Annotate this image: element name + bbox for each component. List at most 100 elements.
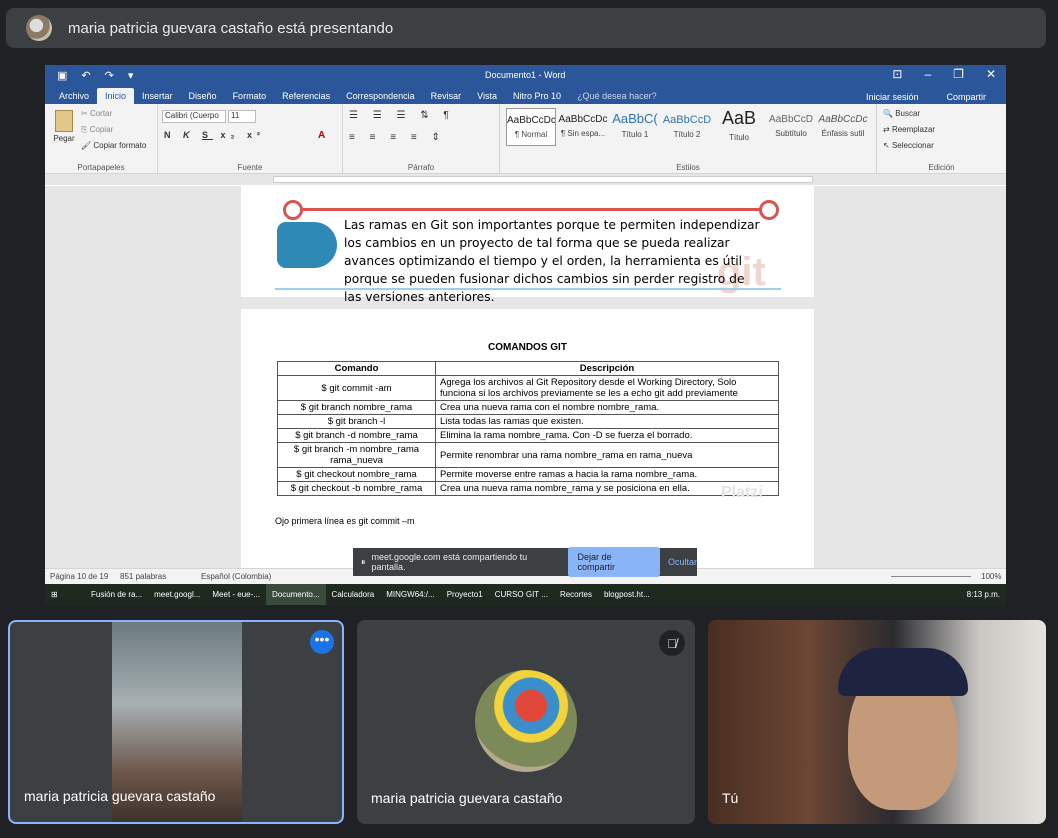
description-cell: Elimina la rama nombre_rama. Con -D se f… [435,428,779,443]
mic-off-icon: 🎙̸ [659,630,685,656]
participant-tile[interactable]: ••• maria patricia guevara castaño [8,620,344,824]
share-button[interactable]: Compartir [938,89,994,105]
style-sample: AaBbCcDc [818,114,868,125]
style-name: Subtítulo [775,129,807,138]
command-cell: $ git branch -m nombre_rama rama_nueva [277,442,436,468]
font-size-select[interactable]: 11 [228,110,256,123]
windows-taskbar: ⊞ Fusión de ra... meet.googl... Meet - e… [45,584,1006,605]
replace-button[interactable]: ⇄ Reemplazar [883,125,935,134]
tab-vista[interactable]: Vista [469,88,505,104]
stop-sharing-button[interactable]: Dejar de compartir [567,547,660,577]
clock[interactable]: 8:13 p.m. [961,584,1006,605]
customize-icon[interactable]: ▾ [128,69,134,82]
tab-referencias[interactable]: Referencias [274,88,338,104]
document-area[interactable]: git Las ramas en Git son importantes por… [45,186,1006,579]
language[interactable]: Español (Colombia) [201,572,271,581]
start-icon[interactable]: ⊞ [45,584,85,605]
taskbar-item[interactable]: Meet - eue-... [206,584,266,605]
style-sample: AaBbCcD [769,114,813,125]
tell-me-search[interactable]: ¿Qué desea hacer? [569,88,665,104]
cut-button[interactable]: ✂ Cortar [81,109,112,118]
style-name: Título 1 [621,130,649,139]
select-button[interactable]: ↖ Seleccionar [883,141,934,150]
ruler-bar [273,176,813,183]
font-color-icon[interactable]: A [318,130,325,141]
description-cell: Crea una nueva rama con el nombre nombre… [435,400,779,415]
command-cell: $ git checkout -b nombre_rama [277,481,436,496]
style-sample: AaBbCcD [662,114,712,126]
ruler[interactable] [45,174,1006,185]
command-cell: $ git branch -l [277,414,436,429]
tab-nitro[interactable]: Nitro Pro 10 [505,88,569,104]
restore-icon[interactable]: ❐ [953,67,964,81]
copy-button[interactable]: ⎘ Copiar [81,125,113,135]
taskbar-item[interactable]: blogpost.ht... [598,584,656,605]
style-name: Énfasis sutil [821,129,865,138]
paragraph-label: Párrafo [407,163,435,172]
tab-diseno[interactable]: Diseño [181,88,225,104]
find-label: Buscar [895,109,921,118]
style-titulo[interactable]: AaB Título [714,108,764,146]
find-button[interactable]: 🔍 Buscar [883,109,920,118]
participant-tile[interactable]: Tú [708,620,1046,824]
font-format-buttons: N K S x₂ x² [164,130,266,140]
font-name-select[interactable]: Calibri (Cuerpo [162,110,226,123]
taskbar-item[interactable]: CURSO GIT ... [489,584,554,605]
style-titulo-2[interactable]: AaBbCcD Título 2 [662,108,712,146]
tab-archivo[interactable]: Archivo [51,88,97,104]
tab-inicio[interactable]: Inicio [97,88,135,104]
taskbar-item[interactable]: Documento... [265,584,326,605]
cut-label: Cortar [89,109,113,118]
hide-button[interactable]: Ocultar [668,557,697,567]
description-cell: Lista todas las ramas que existen. [435,414,779,429]
tab-insertar[interactable]: Insertar [134,88,181,104]
document-page: COMANDOS GIT Comando Descripción $ git c… [241,309,814,579]
zoom-slider[interactable] [891,576,971,577]
signin-link[interactable]: Iniciar sesión [858,89,927,105]
pause-icon: ⏸ [361,556,366,567]
style-enfasis-sutil[interactable]: AaBbCcDc Énfasis sutil [818,108,868,146]
font-label: Fuente [237,163,263,172]
participant-name: maria patricia guevara castaño [24,788,216,804]
taskbar-item[interactable]: meet.googl... [148,584,206,605]
taskbar-item[interactable]: Calculadora [326,584,381,605]
format-painter-label: Copiar formato [93,141,147,150]
presenting-title: maria patricia guevara castaño está pres… [68,19,394,37]
editing-group: 🔍 Buscar ⇄ Reemplazar ↖ Seleccionar Edic… [877,104,1006,174]
minimize-icon[interactable]: – [924,67,931,81]
align-icons[interactable]: ≡ ≡ ≡ ≡ ⇕ [349,132,446,143]
table-row: $ git branch nombre_rama Crea una nueva r… [277,400,779,415]
close-icon[interactable]: ✕ [986,67,996,81]
tab-formato[interactable]: Formato [225,88,275,104]
taskbar-item[interactable]: Recortes [554,584,598,605]
format-painter-button[interactable]: 🖌 Copiar formato [81,141,146,150]
taskbar-item[interactable]: MINGW64:/... [380,584,440,605]
undo-icon[interactable]: ↶ [81,69,90,82]
style-titulo-1[interactable]: AaBbC(Título 1 [610,108,660,146]
commands-table: Comando Descripción $ git commit -am Agre… [277,361,779,496]
clipboard-group: Pegar ✂ Cortar ⎘ Copiar 🖌 Copiar formato… [45,104,158,174]
taskbar-item[interactable]: Proyecto1 [441,584,489,605]
table-row: $ git branch -l Lista todas las ramas que… [277,414,779,429]
font-group: Calibri (Cuerpo 11 N K S x₂ x² A Fuente [158,104,343,174]
table-row: $ git branch -m nombre_rama rama_nueva Pe… [277,442,779,468]
tab-revisar[interactable]: Revisar [423,88,470,104]
list-icons[interactable]: ☰ ☰ ☰ ⇅ ¶ [349,110,455,121]
save-icon[interactable]: ▣ [57,69,67,82]
redo-icon[interactable]: ↷ [105,69,114,82]
participant-tile[interactable]: 🎙̸ maria patricia guevara castaño [357,620,695,824]
ribbon-display-icon[interactable]: ⊡ [892,67,902,81]
participant-name: maria patricia guevara castaño [371,790,563,806]
style-normal[interactable]: AaBbCcDc ¶ Normal [506,108,556,146]
style-subtitulo[interactable]: AaBbCcD Subtítulo [766,108,816,146]
more-options-icon[interactable]: ••• [310,630,334,654]
taskbar-item[interactable]: Fusión de ra... [85,584,148,605]
zoom-level[interactable]: 100% [981,572,1001,581]
styles-label: Estilos [676,163,700,172]
style-sin-espaciado[interactable]: AaBbCcDc ¶ Sin espa... [558,108,608,146]
bottom-decorative-line [275,288,781,290]
paste-button[interactable]: Pegar [53,110,75,143]
shared-screen: ▣ ↶ ↷ ▾ Documento1 - Word ⊡ – ❐ ✕ Archiv… [45,65,1006,605]
style-sample: AaB [721,108,757,128]
tab-correspondencia[interactable]: Correspondencia [338,88,423,104]
